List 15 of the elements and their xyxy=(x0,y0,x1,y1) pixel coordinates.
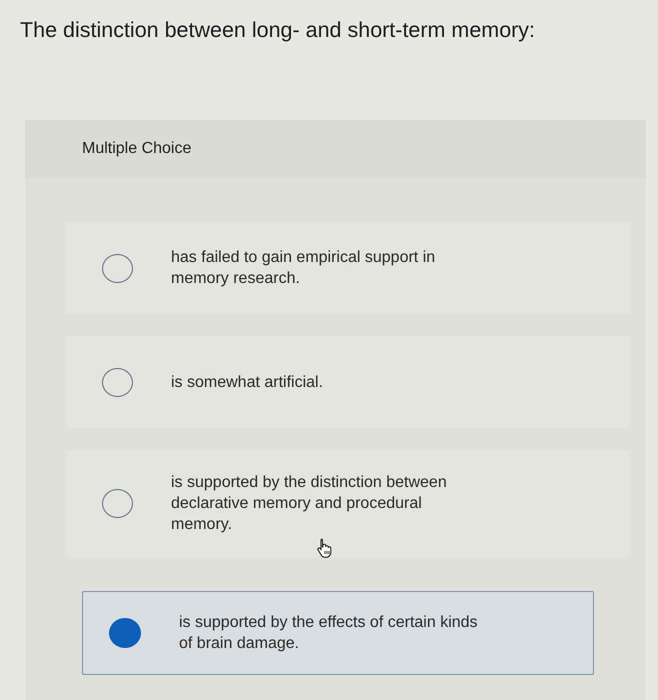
option-card[interactable]: is supported by the distinction between declarative memory and procedural memory. xyxy=(65,450,631,557)
option-card[interactable]: is somewhat artificial. xyxy=(65,336,631,428)
radio-button[interactable] xyxy=(102,489,133,518)
radio-button[interactable] xyxy=(102,254,133,282)
option-text: has failed to gain empirical support in memory research. xyxy=(171,248,436,289)
question-type-label: Multiple Choice xyxy=(82,140,192,158)
option-text: is somewhat artificial. xyxy=(171,372,324,392)
option-card[interactable]: has failed to gain empirical support in memory research. xyxy=(65,222,631,314)
question-text: The distinction between long- and short-term memory: xyxy=(20,17,536,44)
option-text: is supported by the distinction between declarative memory and procedural memory. xyxy=(171,473,448,535)
option-text: is supported by the effects of certain kinds of brain damage. xyxy=(179,613,479,654)
option-card[interactable]: is supported by the effects of certain kinds of brain damage. xyxy=(82,591,594,675)
radio-button[interactable] xyxy=(102,368,133,396)
radio-button[interactable] xyxy=(109,618,141,648)
hand-pointer-icon xyxy=(316,538,334,558)
